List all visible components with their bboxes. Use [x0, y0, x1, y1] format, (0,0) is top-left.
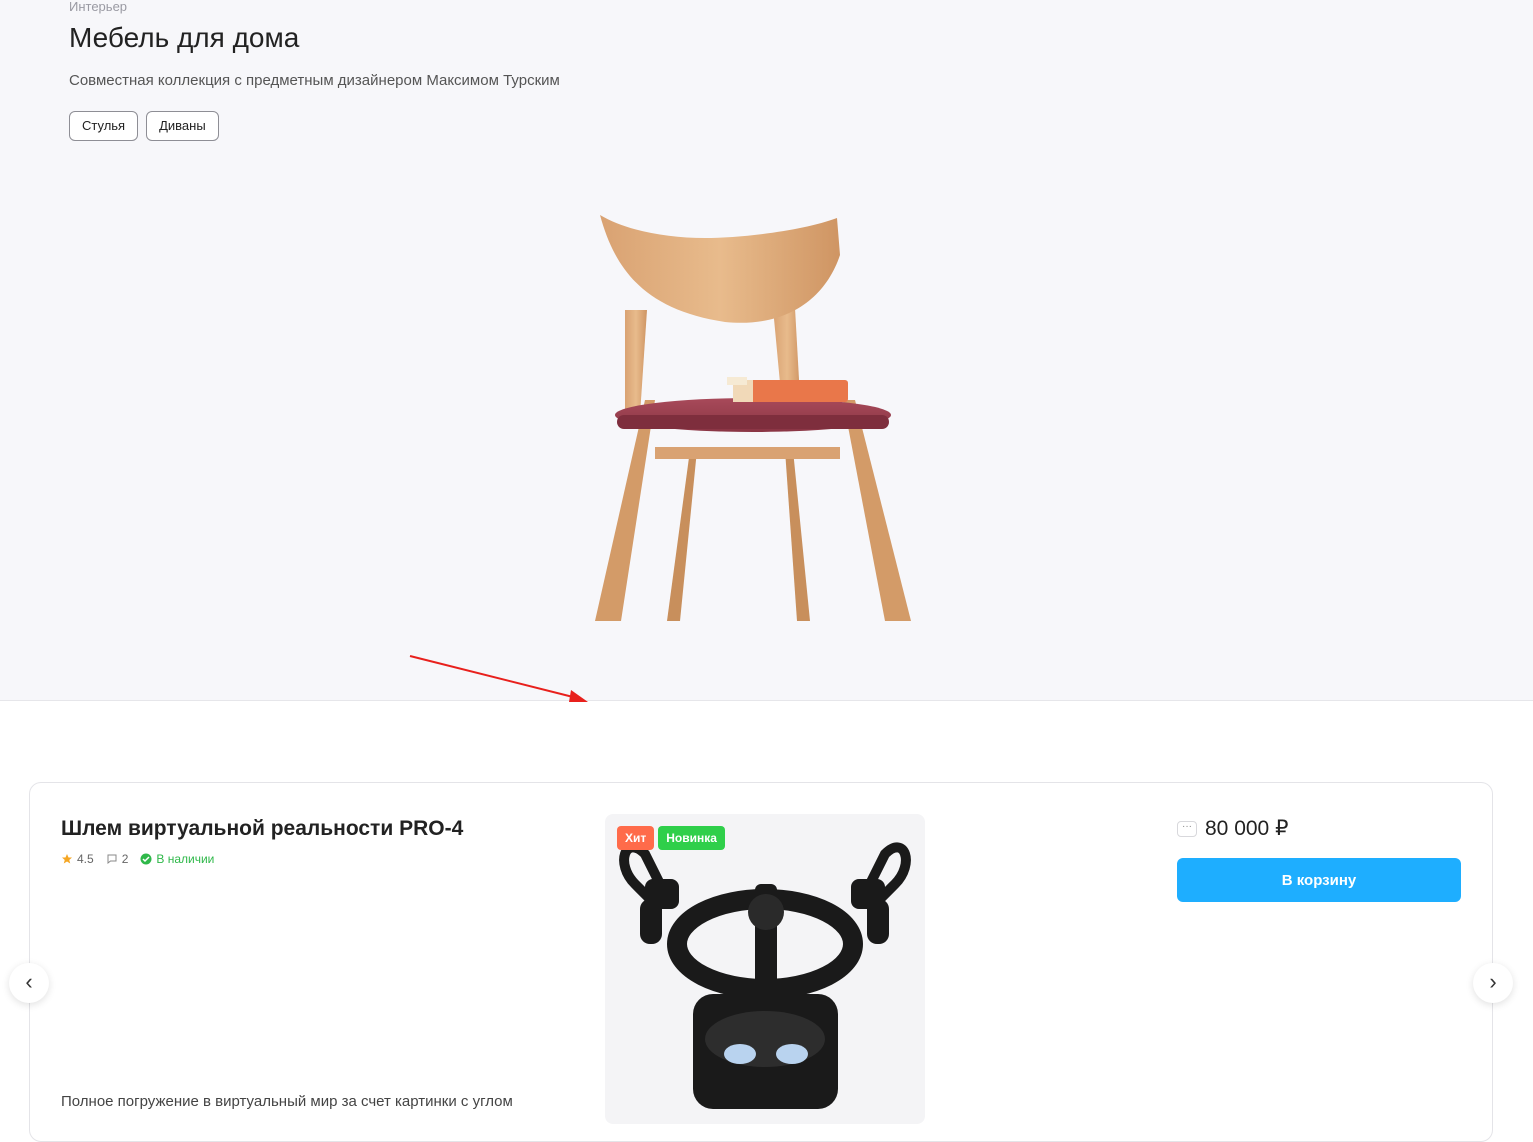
more-prices-icon[interactable]: ··· — [1177, 820, 1197, 837]
reviews[interactable]: 2 — [106, 852, 129, 866]
tag-chairs[interactable]: Стулья — [69, 111, 139, 141]
product-title[interactable]: Шлем виртуальной реальности PRO-4 — [61, 817, 463, 841]
hero-tags: Стулья Диваны — [69, 111, 219, 141]
hero-title: Мебель для дома — [69, 22, 300, 53]
stock-status: В наличии — [140, 852, 214, 866]
rating: 4.5 — [61, 852, 94, 866]
reviews-count: 2 — [121, 852, 129, 866]
carousel-prev-button[interactable]: ‹ — [9, 963, 49, 1003]
product-price: 80 000 ₽ — [1205, 817, 1289, 840]
rating-value: 4.5 — [77, 852, 94, 866]
vr-headset-image — [619, 842, 911, 1109]
comment-icon — [107, 854, 117, 865]
hero-eyebrow: Интерьер — [69, 0, 128, 14]
tag-sofas[interactable]: Диваны — [146, 111, 219, 141]
product-meta: 4.5 2 В наличии — [61, 852, 226, 866]
hero-banner: Интерьер Мебель для дома Совместная колл… — [0, 0, 1533, 701]
carousel-next-button[interactable]: › — [1473, 963, 1513, 1003]
price-row: ··· 80 000 ₽ — [1177, 816, 1288, 841]
badge-hit: Хит — [617, 826, 655, 850]
hero-subtitle: Совместная коллекция с предметным дизайн… — [69, 72, 560, 89]
product-badges: Хит Новинка — [617, 826, 725, 850]
add-to-cart-button[interactable]: В корзину — [1177, 858, 1461, 902]
product-image[interactable] — [605, 814, 925, 1124]
product-description: Полное погружение в виртуальный мир за с… — [61, 1093, 513, 1110]
badge-new: Новинка — [658, 826, 725, 850]
check-circle-icon — [140, 853, 152, 865]
stock-label: В наличии — [156, 852, 215, 866]
star-icon — [62, 854, 72, 864]
chair-image — [595, 215, 911, 621]
annotation-arrow — [409, 655, 588, 702]
